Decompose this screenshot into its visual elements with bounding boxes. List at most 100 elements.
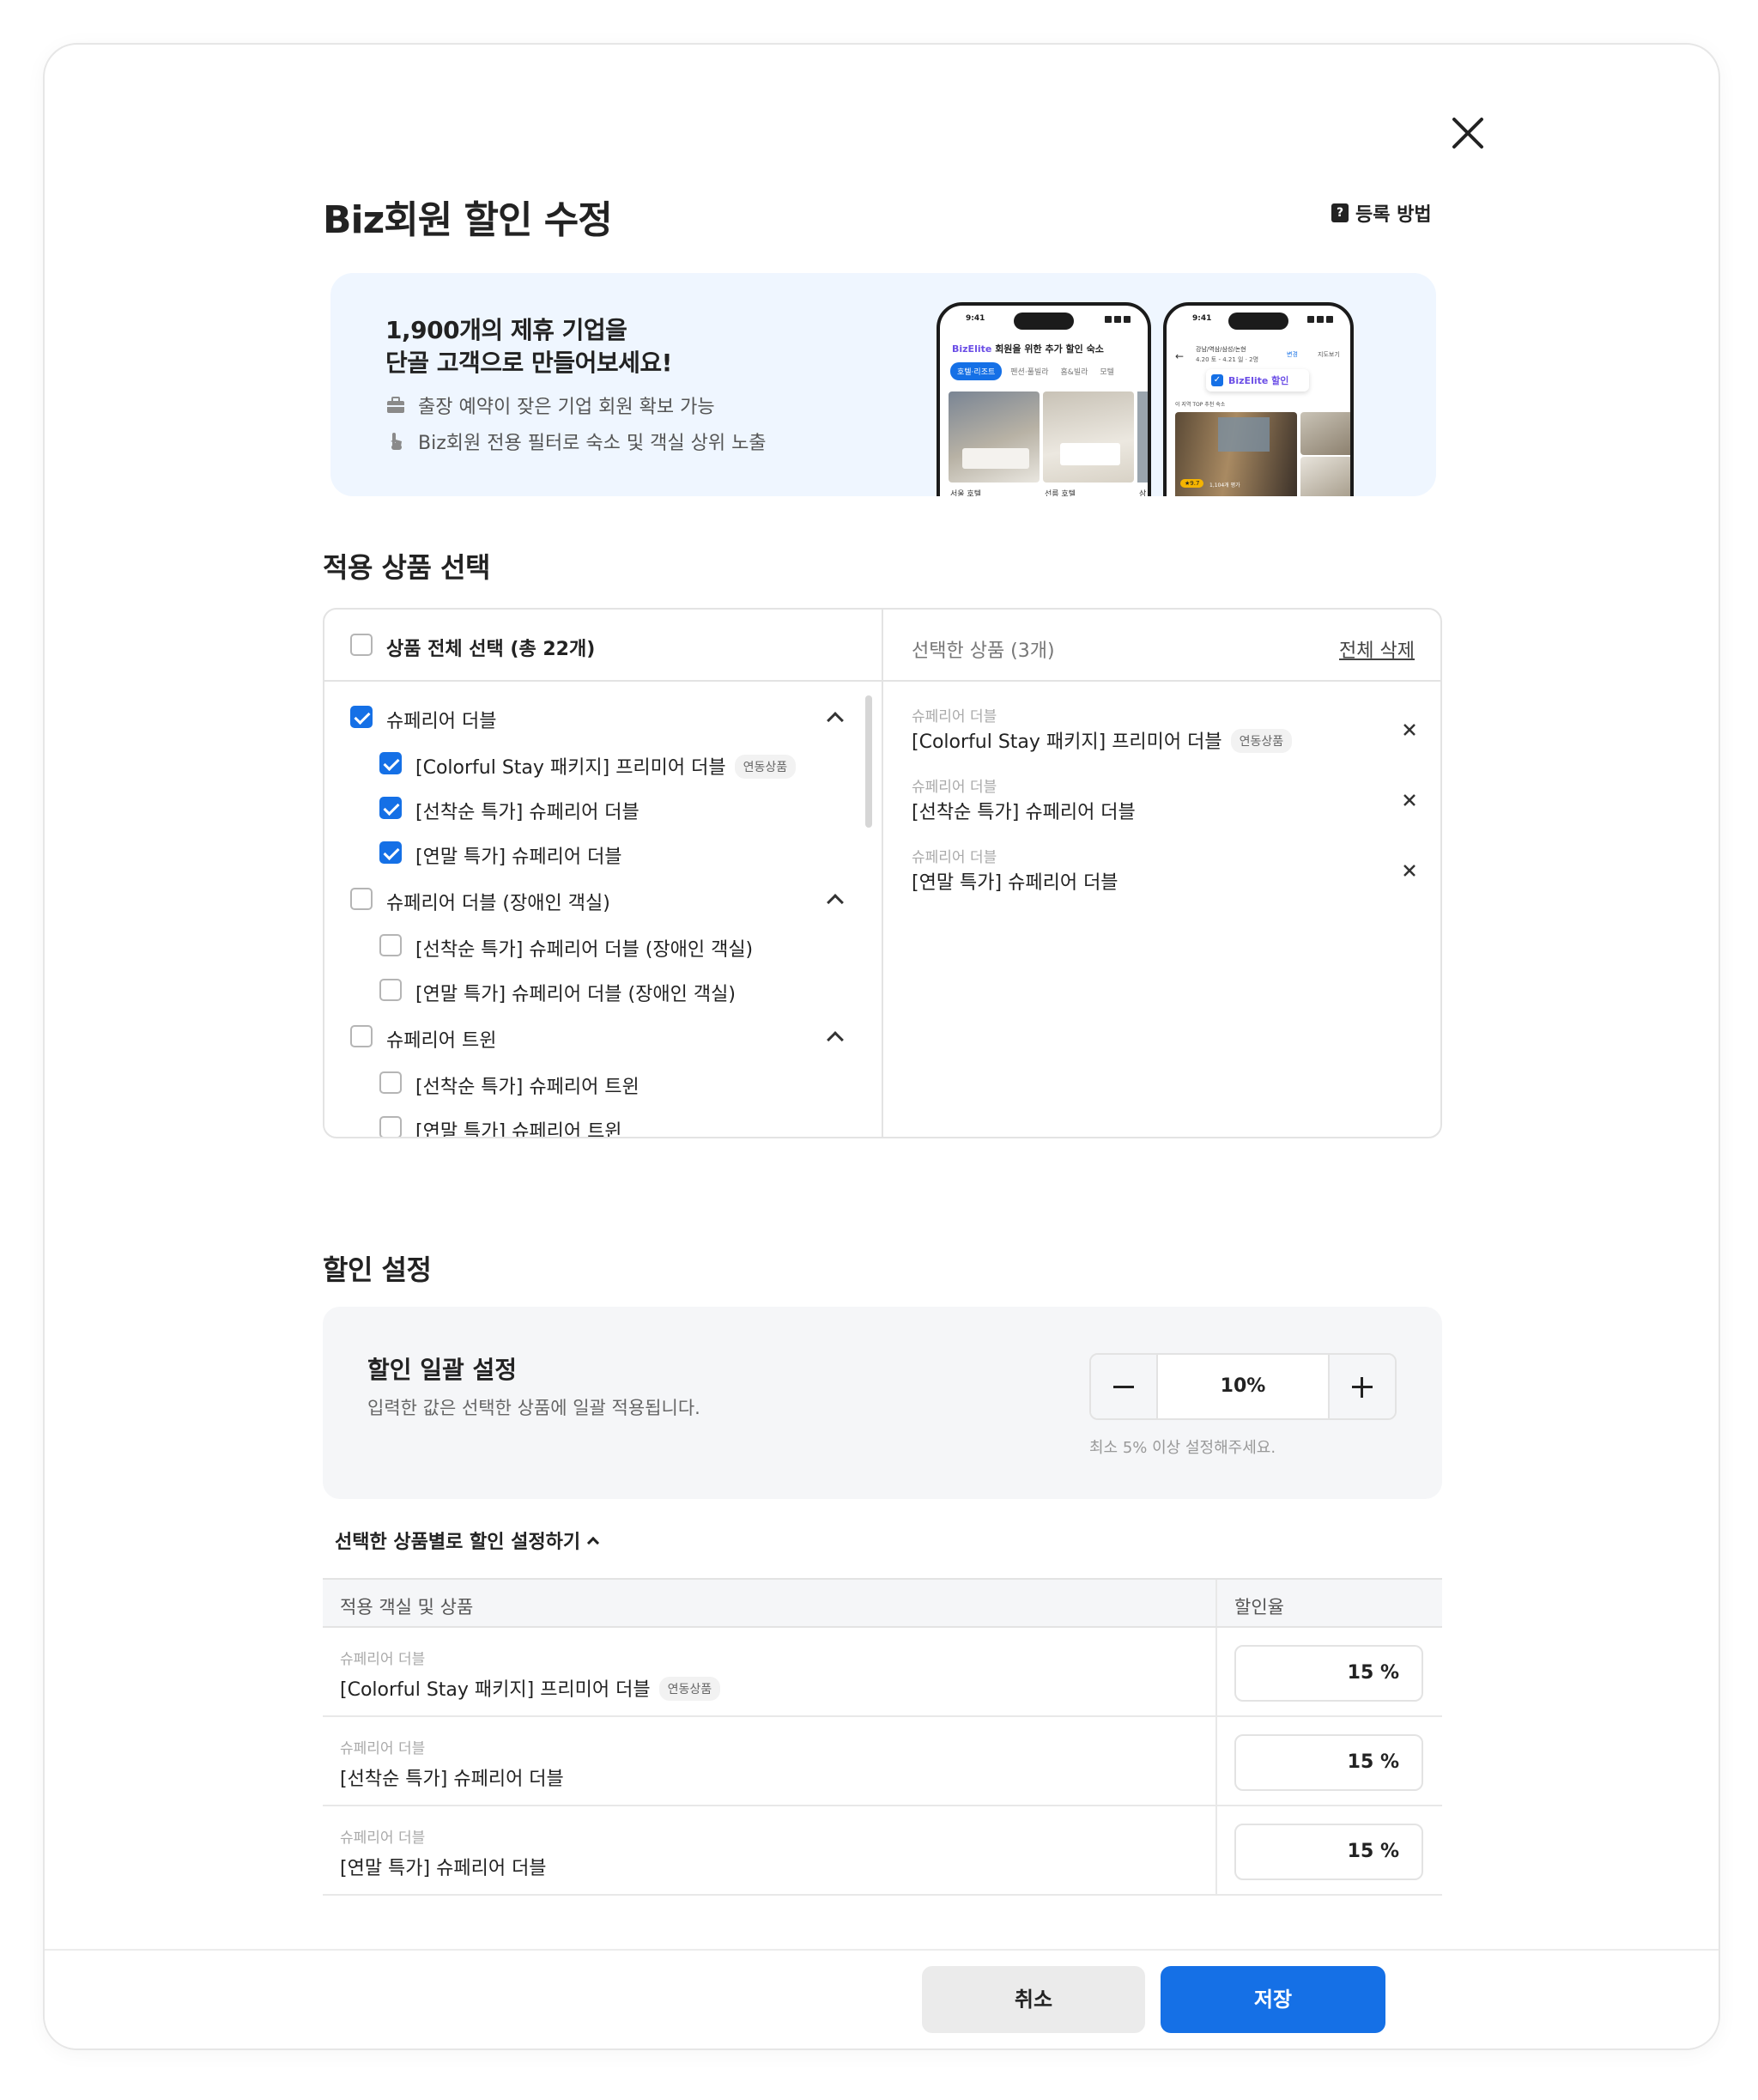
- phone-mockup-filter: 9:41 ← 강남/역삼/삼성/논현 4.20 토 - 4.21 일 · 2명 …: [1163, 302, 1354, 496]
- select-all-label: 상품 전체 선택 (총 22개): [386, 639, 596, 660]
- item-label: [선착순 특가] 슈페리어 더블 (장애인 객실): [415, 939, 754, 961]
- hotel-photo: [1300, 457, 1350, 496]
- row-category: 슈페리어 더블: [340, 1740, 426, 1757]
- hotel-photo: [1043, 391, 1134, 483]
- increase-button[interactable]: [1328, 1355, 1395, 1418]
- banner-bullet-text: Biz회원 전용 필터로 숙소 및 객실 상위 노출: [418, 433, 767, 454]
- item-checkbox[interactable]: [379, 752, 402, 774]
- edit-discount-modal: Biz회원 할인 수정 ? 등록 방법 1,900개의 제휴 기업을 단골 고객…: [43, 43, 1720, 2050]
- selected-name: [Colorful Stay 패키지] 프리미어 더블 연동상품: [912, 726, 1293, 754]
- item-checkbox[interactable]: [379, 1116, 402, 1137]
- selected-name: [연말 특가] 슈페리어 더블: [912, 872, 1118, 894]
- table-row: 슈페리어 더블 [선착순 특가] 슈페리어 더블 15 %: [323, 1717, 1442, 1806]
- bizelite-badge: BizElite 할인: [1228, 375, 1289, 386]
- item-label: [연말 특가] 슈페리어 더블 (장애인 객실): [415, 984, 736, 1005]
- item-checkbox[interactable]: [379, 934, 402, 956]
- hotel-name: 서울 호텔: [950, 490, 981, 496]
- bulk-description: 입력한 값은 선택한 상품에 일괄 적용됩니다.: [367, 1398, 700, 1418]
- per-item-toggle[interactable]: 선택한 상품별로 할인 설정하기: [335, 1526, 600, 1554]
- product-picker: 상품 전체 선택 (총 22개) 슈페리어 더블 [Colorful Stay …: [323, 608, 1442, 1138]
- table-row: 슈페리어 더블 [Colorful Stay 패키지] 프리미어 더블 연동상품 …: [323, 1628, 1442, 1717]
- selected-item-name: [Colorful Stay 패키지] 프리미어 더블: [912, 731, 1222, 753]
- banner-bullet: 출장 예약이 잦은 기업 회원 확보 가능: [385, 391, 715, 419]
- scrollbar-thumb[interactable]: [865, 695, 872, 828]
- row-category: 슈페리어 더블: [340, 1651, 426, 1668]
- group-checkbox[interactable]: [350, 706, 373, 728]
- chevron-up-icon[interactable]: [827, 712, 844, 729]
- hotel-photo: ★9.7 1,104개 평가: [1175, 412, 1297, 496]
- banner-bullet-text: 출장 예약이 잦은 기업 회원 확보 가능: [418, 397, 715, 418]
- briefcase-icon: [387, 397, 404, 413]
- discount-value[interactable]: 10%: [1158, 1355, 1328, 1418]
- row-category: 슈페리어 더블: [340, 1830, 426, 1847]
- phone-tab: 호텔·리조트: [950, 362, 1003, 380]
- rating-badge: ★9.7: [1180, 479, 1204, 488]
- group-checkbox[interactable]: [350, 1025, 373, 1047]
- howto-link[interactable]: ? 등록 방법: [1331, 199, 1432, 227]
- discount-stepper: 10%: [1089, 1353, 1397, 1420]
- save-button[interactable]: 저장: [1161, 1966, 1385, 2033]
- row-name: [연말 특가] 슈페리어 더블: [340, 1858, 547, 1879]
- header-product: 적용 객실 및 상품: [340, 1597, 474, 1617]
- phone-time: 9:41: [1192, 314, 1212, 323]
- remove-icon[interactable]: [1401, 792, 1418, 809]
- chevron-up-icon[interactable]: [827, 894, 844, 911]
- back-arrow-icon: ←: [1175, 350, 1185, 362]
- review-count: 1,104개 평가: [1209, 483, 1240, 489]
- item-label: [연말 특가] 슈페리어 트윈: [415, 1121, 622, 1138]
- item-checkbox[interactable]: [379, 841, 402, 864]
- selected-name: [선착순 특가] 슈페리어 더블: [912, 802, 1136, 823]
- selected-category: 슈페리어 더블: [912, 708, 997, 725]
- discount-rate-input[interactable]: 15 %: [1234, 1734, 1423, 1791]
- linked-product-tag: 연동상품: [658, 1677, 721, 1701]
- phone-tab: 홈&빌라: [1060, 368, 1088, 377]
- page-title: Biz회원 할인 수정: [323, 198, 613, 242]
- item-checkbox[interactable]: [379, 979, 402, 1001]
- per-item-toggle-label: 선택한 상품별로 할인 설정하기: [335, 1532, 581, 1553]
- phone-tab: 펜션·풀빌라: [1010, 368, 1049, 377]
- phone-heading: 회원을 위한 추가 할인 숙소: [995, 343, 1104, 355]
- group-label: 슈페리어 트윈: [386, 1030, 497, 1052]
- table-header: 적용 객실 및 상품 할인율: [323, 1578, 1442, 1628]
- cancel-button[interactable]: 취소: [922, 1966, 1145, 2033]
- hotel-photo: [1300, 412, 1350, 455]
- chevron-up-icon[interactable]: [827, 1031, 844, 1048]
- phone-dates: 4.20 토 - 4.21 일 · 2명: [1196, 356, 1259, 363]
- item-checkbox[interactable]: [379, 1071, 402, 1094]
- row-name: [Colorful Stay 패키지] 프리미어 더블 연동상품: [340, 1674, 721, 1702]
- selected-category: 슈페리어 더블: [912, 849, 997, 866]
- guide-book-icon: ?: [1331, 203, 1349, 222]
- checkbox-checked-icon: ✓: [1211, 374, 1223, 386]
- group-checkbox[interactable]: [350, 888, 373, 910]
- bulk-discount-panel: 할인 일괄 설정 입력한 값은 선택한 상품에 일괄 적용됩니다. 10% 최소…: [323, 1307, 1442, 1499]
- section-title-products: 적용 상품 선택: [323, 551, 490, 584]
- clear-all-link[interactable]: 전체 삭제: [1339, 635, 1415, 663]
- banner-headline: 1,900개의 제휴 기업을 단골 고객으로 만들어보세요!: [385, 316, 672, 377]
- phone-tab: 모텔: [1100, 368, 1114, 377]
- hotel-photo: [1137, 391, 1148, 483]
- select-all-checkbox[interactable]: [350, 634, 373, 656]
- modal-footer: 취소 저장: [45, 1949, 1719, 2048]
- bizelite-filter-chip: ✓ BizElite 할인: [1206, 369, 1309, 391]
- hotel-name: 선릉 호텔: [1045, 490, 1076, 496]
- linked-product-tag: 연동상품: [734, 755, 797, 779]
- item-checkbox[interactable]: [379, 797, 402, 819]
- row-name: [선착순 특가] 슈페리어 더블: [340, 1769, 564, 1790]
- phone-time: 9:41: [966, 314, 985, 323]
- group-label: 슈페리어 더블 (장애인 객실): [386, 893, 610, 914]
- phone-map: 지도보기: [1318, 351, 1340, 358]
- item-label: [선착순 특가] 슈페리어 트윈: [415, 1077, 640, 1098]
- remove-icon[interactable]: [1401, 721, 1418, 738]
- close-icon[interactable]: [1446, 111, 1490, 155]
- discount-rate-input[interactable]: 15 %: [1234, 1824, 1423, 1880]
- group-label: 슈페리어 더블: [386, 711, 497, 732]
- remove-icon[interactable]: [1401, 862, 1418, 879]
- linked-product-tag: 연동상품: [1230, 729, 1293, 753]
- item-label: [연말 특가] 슈페리어 더블: [415, 847, 622, 868]
- bulk-hint: 최소 5% 이상 설정해주세요.: [1089, 1439, 1276, 1457]
- discount-rate-input[interactable]: 15 %: [1234, 1645, 1423, 1702]
- phone-location: 강남/역삼/삼성/논현: [1196, 346, 1246, 353]
- chevron-up-icon: [587, 1536, 600, 1550]
- decrease-button[interactable]: [1091, 1355, 1158, 1418]
- item-name: [Colorful Stay 패키지] 프리미어 더블: [415, 757, 726, 779]
